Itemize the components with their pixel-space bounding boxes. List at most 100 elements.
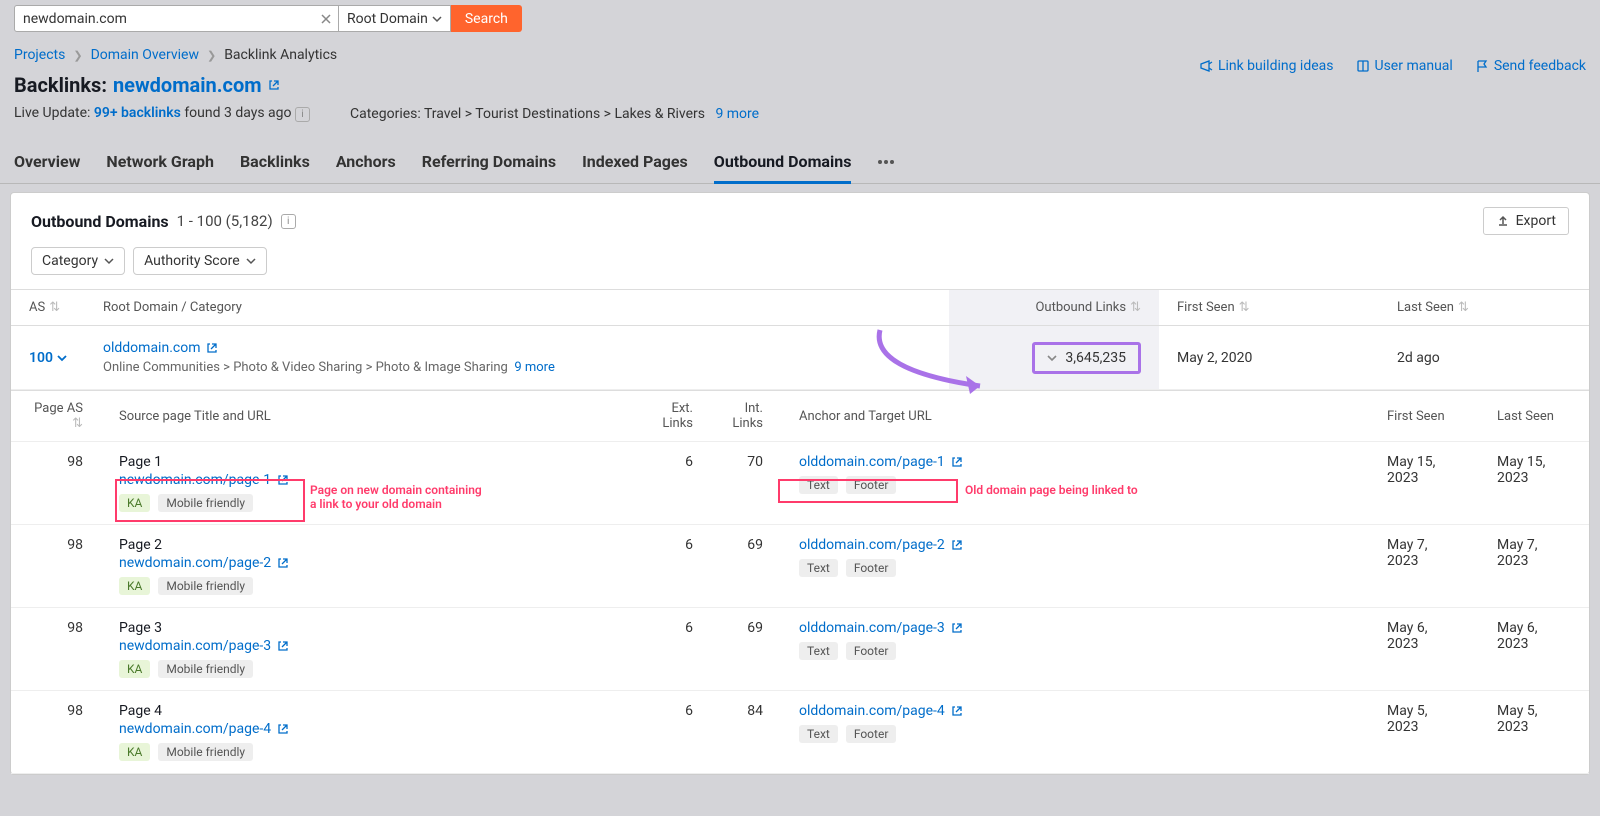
ext-links-value: 6	[641, 525, 711, 608]
crumb-domain-overview[interactable]: Domain Overview	[91, 47, 199, 63]
send-feedback-link[interactable]: Send feedback	[1475, 58, 1586, 74]
page-title-domain[interactable]: newdomain.com	[113, 73, 280, 97]
footer-tag: Footer	[846, 725, 897, 743]
subcol-int-links[interactable]: Int. Links	[711, 391, 781, 442]
tab-overview[interactable]: Overview	[14, 152, 80, 183]
category-filter[interactable]: Category	[31, 247, 125, 275]
ka-badge: KA	[119, 743, 150, 761]
scope-label: Root Domain	[347, 11, 428, 27]
target-url-link[interactable]: olddomain.com/page-4	[799, 703, 1351, 719]
chevron-down-icon	[246, 256, 256, 266]
categories-more-link[interactable]: 9 more	[715, 106, 759, 122]
source-url-link[interactable]: newdomain.com/page-2	[119, 555, 623, 571]
ka-badge: KA	[119, 494, 150, 512]
external-link-icon	[277, 474, 289, 486]
link-building-ideas-link[interactable]: Link building ideas	[1199, 58, 1334, 74]
tab-anchors[interactable]: Anchors	[336, 152, 396, 183]
subcol-source[interactable]: Source page Title and URL	[101, 391, 641, 442]
domain-search-input[interactable]	[14, 5, 339, 32]
external-link-icon	[951, 456, 963, 468]
first-seen-value: May 2, 2020	[1159, 326, 1379, 390]
mobile-friendly-badge: Mobile friendly	[158, 494, 253, 512]
domain-link[interactable]: olddomain.com	[103, 340, 931, 356]
chevron-right-icon: ❯	[73, 49, 82, 62]
footer-tag: Footer	[846, 476, 897, 494]
subcol-last-seen[interactable]: Last Seen	[1479, 391, 1589, 442]
upload-icon	[1496, 214, 1510, 228]
tab-network-graph[interactable]: Network Graph	[106, 152, 214, 183]
text-tag: Text	[799, 559, 838, 577]
subcol-anchor[interactable]: Anchor and Target URL	[781, 391, 1369, 442]
row-first-seen: May 15, 2023	[1369, 442, 1479, 525]
authority-score-filter[interactable]: Authority Score	[133, 247, 267, 275]
text-tag: Text	[799, 725, 838, 743]
tab-backlinks[interactable]: Backlinks	[240, 152, 310, 183]
mobile-friendly-badge: Mobile friendly	[158, 577, 253, 595]
source-url-link[interactable]: newdomain.com/page-1	[119, 472, 623, 488]
subcol-first-seen[interactable]: First Seen	[1369, 391, 1479, 442]
target-url-link[interactable]: olddomain.com/page-3	[799, 620, 1351, 636]
source-title: Page 3	[119, 620, 623, 636]
source-url-link[interactable]: newdomain.com/page-4	[119, 721, 623, 737]
export-button[interactable]: Export	[1483, 207, 1569, 235]
categories-text: Categories: Travel > Tourist Destination…	[350, 106, 759, 122]
int-links-value: 70	[711, 442, 781, 525]
as-expand-toggle[interactable]: 100	[29, 350, 67, 366]
subcol-ext-links[interactable]: Ext. Links	[641, 391, 711, 442]
book-icon	[1356, 59, 1370, 73]
external-link-icon	[277, 723, 289, 735]
info-icon[interactable]: i	[281, 214, 296, 229]
page-as-value: 98	[11, 525, 101, 608]
col-outbound-links[interactable]: Outbound Links⇅	[949, 290, 1159, 326]
page-as-value: 98	[11, 691, 101, 774]
table-row: 98 Page 1 newdomain.com/page-1 KA Mobile…	[11, 442, 1589, 525]
outbound-links-highlight[interactable]: 3,645,235	[1032, 342, 1141, 374]
chevron-right-icon: ❯	[207, 49, 216, 62]
footer-tag: Footer	[846, 642, 897, 660]
text-tag: Text	[799, 642, 838, 660]
row-last-seen: May 5, 2023	[1479, 691, 1589, 774]
external-link-icon	[951, 705, 963, 717]
subcol-page-as[interactable]: Page AS⇅	[11, 391, 101, 442]
last-seen-value: 2d ago	[1379, 326, 1589, 390]
row-last-seen: May 15, 2023	[1479, 442, 1589, 525]
col-first-seen[interactable]: First Seen⇅	[1159, 290, 1379, 326]
int-links-value: 84	[711, 691, 781, 774]
ka-badge: KA	[119, 577, 150, 595]
tab-outbound-domains[interactable]: Outbound Domains	[714, 152, 852, 183]
chevron-down-icon	[57, 353, 67, 363]
target-url-link[interactable]: olddomain.com/page-1	[799, 454, 1351, 470]
domain-cat-more-link[interactable]: 9 more	[514, 360, 555, 375]
search-button[interactable]: Search	[451, 5, 522, 32]
mobile-friendly-badge: Mobile friendly	[158, 743, 253, 761]
target-url-link[interactable]: olddomain.com/page-2	[799, 537, 1351, 553]
ext-links-value: 6	[641, 608, 711, 691]
col-as[interactable]: AS⇅	[11, 290, 85, 326]
user-manual-link[interactable]: User manual	[1356, 58, 1453, 74]
table-row: 98 Page 2 newdomain.com/page-2 KA Mobile…	[11, 525, 1589, 608]
mobile-friendly-badge: Mobile friendly	[158, 660, 253, 678]
scope-select[interactable]: Root Domain	[339, 5, 451, 32]
crumb-projects[interactable]: Projects	[14, 47, 65, 63]
domain-row: 100 olddomain.com Online Communities > P…	[11, 326, 1589, 390]
megaphone-icon	[1199, 59, 1213, 73]
tab-referring-domains[interactable]: Referring Domains	[422, 152, 556, 183]
clear-search-icon[interactable]	[319, 12, 333, 26]
source-url-link[interactable]: newdomain.com/page-3	[119, 638, 623, 654]
external-link-icon	[277, 557, 289, 569]
col-last-seen[interactable]: Last Seen⇅	[1379, 290, 1589, 326]
live-update-text: Live Update: 99+ backlinks found 3 days …	[14, 105, 310, 122]
page-as-value: 98	[11, 442, 101, 525]
info-icon[interactable]: i	[295, 107, 310, 122]
backlink-count-link[interactable]: 99+ backlinks	[94, 105, 181, 121]
domain-category: Online Communities > Photo & Video Shari…	[103, 360, 931, 375]
tab-indexed-pages[interactable]: Indexed Pages	[582, 152, 688, 183]
page-as-value: 98	[11, 608, 101, 691]
row-first-seen: May 6, 2023	[1369, 608, 1479, 691]
external-link-icon	[268, 79, 280, 91]
ka-badge: KA	[119, 660, 150, 678]
more-tabs-icon[interactable]	[877, 152, 895, 183]
external-link-icon	[951, 539, 963, 551]
row-first-seen: May 7, 2023	[1369, 525, 1479, 608]
col-root-domain[interactable]: Root Domain / Category	[85, 290, 949, 326]
